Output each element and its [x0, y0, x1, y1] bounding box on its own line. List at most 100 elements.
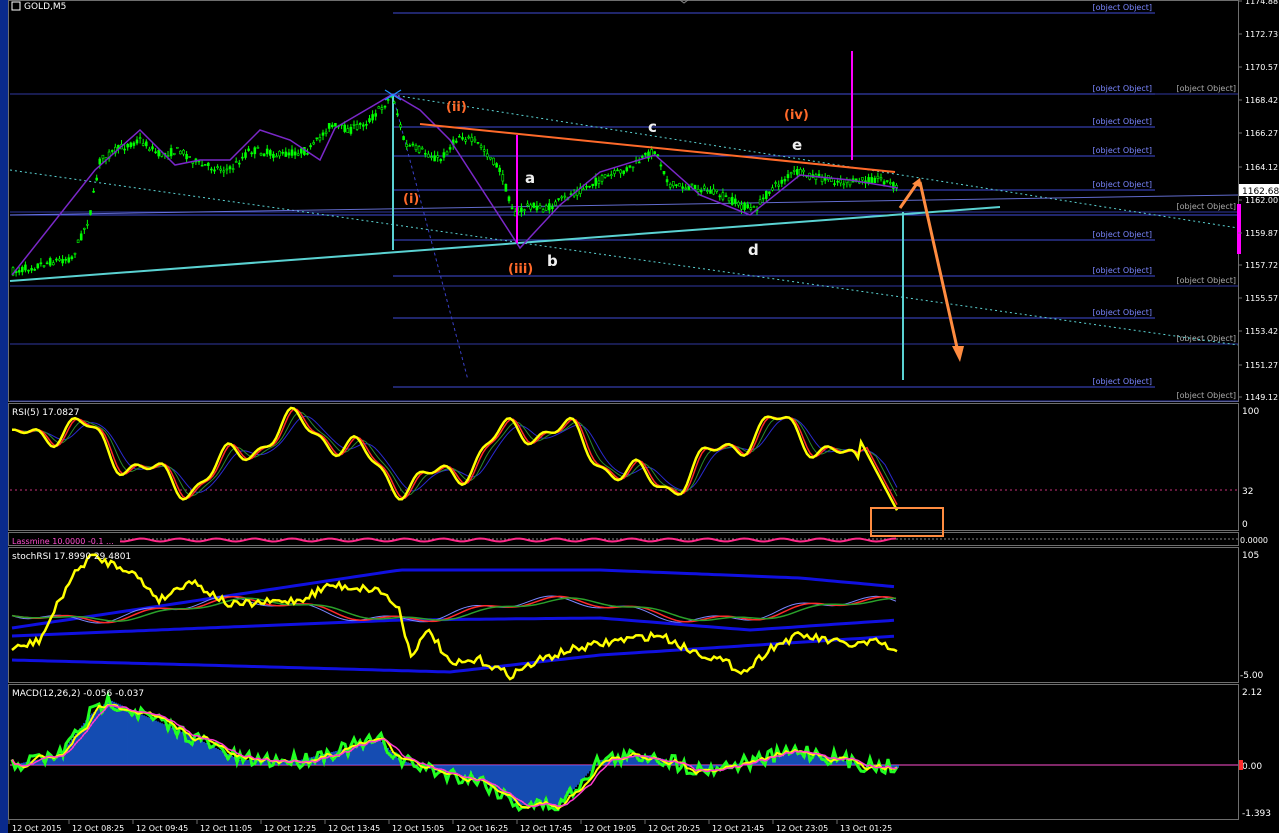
candle-body: [830, 178, 833, 182]
macd-title: MACD(12,26,2) -0.056 -0.037: [12, 689, 144, 699]
candle-body: [501, 174, 505, 182]
candle-body: [622, 170, 626, 174]
candle-body: [284, 151, 288, 157]
candle-body: [768, 191, 771, 194]
candle-body: [17, 270, 21, 273]
candle-body: [272, 153, 275, 158]
fib-ext-label: [object Object]: [1177, 202, 1237, 211]
time-label: 12 Oct 16:25: [456, 824, 508, 833]
candle-body: [101, 154, 105, 159]
price-label: 1157.72: [1245, 261, 1278, 270]
candle-body: [529, 204, 533, 210]
candle-body: [399, 124, 402, 128]
candle-body: [867, 177, 870, 184]
wave-label-b: b: [547, 252, 558, 270]
price-label: 1168.42: [1245, 96, 1278, 105]
candle-body: [138, 137, 142, 139]
candle-body: [870, 177, 874, 184]
candle-body: [225, 168, 229, 171]
candle-body: [70, 256, 74, 260]
macd-level-zero: 0.00: [1242, 762, 1262, 772]
stoch-rsi-title: stochRSI 17.8990 29.4801: [12, 552, 131, 562]
price-label: 1159.87: [1245, 229, 1278, 238]
candle-body: [839, 179, 843, 184]
candle-body: [498, 167, 502, 173]
candle-body: [51, 262, 55, 266]
candle-body: [464, 139, 467, 142]
candle-body: [448, 147, 452, 150]
candle-body: [510, 207, 514, 210]
time-label: 12 Oct 11:05: [200, 824, 252, 833]
candle-body: [352, 123, 356, 126]
candle-body: [554, 201, 557, 206]
candle-body: [30, 268, 33, 271]
candle-body: [55, 258, 58, 261]
candle-body: [727, 197, 731, 202]
candle-body: [188, 156, 191, 158]
candle-body: [430, 156, 433, 159]
candle-body: [42, 265, 46, 267]
candle-body: [718, 195, 722, 198]
candle-body: [582, 188, 585, 191]
candle-body: [625, 167, 629, 172]
candle-body: [644, 152, 647, 155]
candle-body: [330, 124, 334, 128]
candle-body: [355, 124, 359, 130]
candle-body: [495, 163, 498, 168]
candle-body: [777, 184, 781, 187]
fib-ext-label: [object Object]: [1177, 391, 1237, 400]
candle-body: [256, 147, 260, 149]
candle-body: [439, 159, 443, 162]
candle-body: [126, 143, 129, 148]
candle-body: [730, 196, 734, 205]
candle-body: [523, 209, 526, 211]
candle-body: [259, 153, 263, 156]
candle-body: [219, 168, 222, 171]
candle-body: [709, 190, 712, 194]
candle-body: [771, 187, 774, 191]
candle-body: [507, 196, 511, 202]
candle-body: [200, 164, 204, 167]
candle-body: [848, 179, 852, 186]
candle-body: [737, 201, 740, 206]
time-label: 12 Oct 09:45: [136, 824, 188, 833]
candle-body: [296, 153, 300, 156]
svg-text:1162.68: 1162.68: [1242, 187, 1279, 197]
candle-body: [244, 152, 247, 158]
trading-chart[interactable]: [object Object] [object Object] [object Ob…: [0, 0, 1279, 833]
candle-body: [675, 184, 678, 187]
macd-zero-marker: [1239, 760, 1243, 770]
candle-body: [20, 266, 24, 273]
candle-body: [721, 192, 725, 200]
candle-body: [290, 149, 294, 156]
candle-body: [532, 202, 536, 208]
candle-body: [312, 142, 316, 145]
candle-body: [287, 152, 291, 156]
signal-strip-title: Lassmine 10.0000 -0.1 ...: [12, 537, 114, 546]
stoch-level-105: 105: [1242, 551, 1259, 561]
candle-body: [606, 174, 610, 177]
fib-level-label: [object Object]: [1093, 308, 1153, 317]
candle-body: [637, 161, 641, 164]
candle-body: [504, 183, 508, 192]
candle-body: [132, 142, 136, 146]
magenta-marker: [1237, 204, 1241, 254]
time-label: 12 Oct 2015: [12, 824, 61, 833]
candle-body: [833, 183, 836, 185]
candle-body: [423, 152, 427, 155]
candle-body: [588, 185, 591, 188]
candle-body: [154, 151, 157, 154]
candle-body: [740, 204, 743, 210]
rsi-level-100: 100: [1242, 407, 1259, 417]
candle-body: [597, 180, 601, 184]
signal-strip-value: 0.0000: [1240, 536, 1268, 545]
candle-body: [64, 258, 67, 261]
candle-body: [724, 195, 728, 198]
candle-body: [461, 137, 464, 140]
time-label: 13 Oct 01:25: [840, 824, 892, 833]
price-label: 1155.57: [1245, 294, 1278, 303]
candle-body: [544, 205, 548, 211]
candle-body: [349, 126, 353, 134]
candle-body: [380, 107, 384, 110]
candle-body: [293, 151, 297, 156]
